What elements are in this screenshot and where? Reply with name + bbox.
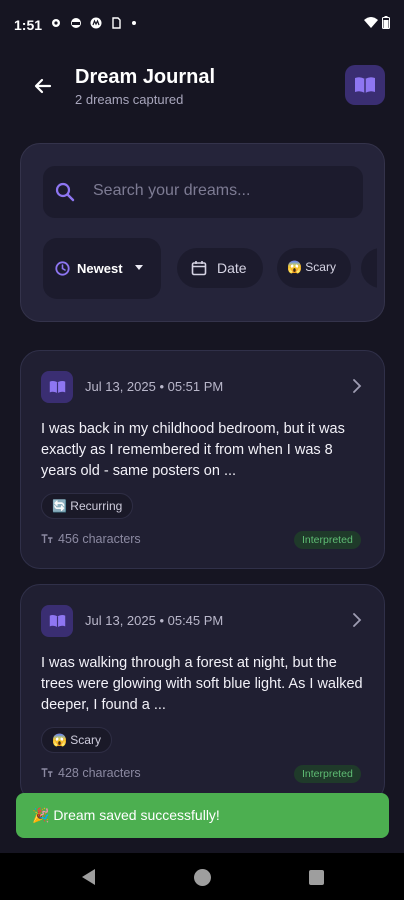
sort-label: Newest bbox=[77, 261, 123, 276]
character-count-label: 428 characters bbox=[58, 766, 141, 780]
book-icon bbox=[355, 77, 375, 93]
battery-icon bbox=[382, 16, 390, 29]
chevron-down-icon bbox=[135, 265, 143, 270]
date-filter-label: Date bbox=[217, 260, 247, 276]
app-header: Dream Journal 2 dreams captured bbox=[0, 55, 404, 115]
back-button[interactable] bbox=[26, 69, 60, 103]
book-icon bbox=[49, 614, 65, 628]
system-nav-bar bbox=[0, 853, 404, 900]
search-icon bbox=[55, 182, 75, 202]
scary-filter-label: 😱 Scary bbox=[287, 260, 336, 274]
dream-tag: 🔄 Recurring bbox=[41, 493, 134, 519]
cloud-icon bbox=[71, 18, 81, 28]
dream-count: 2 dreams captured bbox=[75, 92, 184, 107]
status-bar: 1:51 bbox=[0, 0, 404, 50]
dream-tag: 😱 Scary bbox=[41, 727, 112, 753]
more-filter-chip[interactable] bbox=[361, 248, 377, 288]
search-input[interactable]: Search your dreams... bbox=[43, 166, 363, 218]
dot-icon bbox=[132, 21, 136, 25]
dream-card[interactable]: Jul 13, 2025 • 05:45 PM I was walking th… bbox=[20, 584, 385, 803]
text-size-icon bbox=[41, 768, 53, 777]
wifi-icon bbox=[364, 16, 378, 28]
dream-excerpt: I was back in my childhood bedroom, but … bbox=[41, 421, 345, 479]
date-filter-chip[interactable]: Date bbox=[177, 248, 263, 288]
status-time: 1:51 bbox=[14, 17, 43, 33]
dream-book-badge bbox=[41, 605, 73, 637]
dream-card[interactable]: Jul 13, 2025 • 05:51 PM I was back in my… bbox=[20, 350, 385, 569]
journal-button[interactable] bbox=[345, 65, 385, 105]
motorola-icon bbox=[90, 17, 102, 29]
dream-excerpt: I was walking through a forest at night,… bbox=[41, 655, 363, 713]
nav-home-icon[interactable] bbox=[194, 869, 211, 886]
character-count: 456 characters bbox=[41, 532, 141, 546]
back-arrow-icon bbox=[34, 78, 52, 94]
interpreted-badge: Interpreted bbox=[294, 531, 361, 549]
search-filter-panel: Search your dreams... Newest Date 😱 Scar… bbox=[20, 143, 385, 322]
nav-recents-icon[interactable] bbox=[309, 870, 324, 885]
status-notification-icons bbox=[50, 17, 136, 29]
interpreted-badge: Interpreted bbox=[294, 765, 361, 783]
dream-date: Jul 13, 2025 • 05:51 PM bbox=[85, 379, 224, 394]
chevron-right-icon bbox=[353, 613, 362, 627]
scary-filter-chip[interactable]: 😱 Scary bbox=[277, 248, 351, 288]
search-placeholder: Search your dreams... bbox=[93, 182, 251, 199]
character-count: 428 characters bbox=[41, 766, 141, 780]
gear-icon bbox=[52, 19, 60, 27]
dream-date: Jul 13, 2025 • 05:45 PM bbox=[85, 613, 224, 628]
sort-dropdown[interactable]: Newest bbox=[43, 238, 161, 299]
page-title: Dream Journal bbox=[75, 66, 216, 88]
clock-icon bbox=[55, 261, 70, 276]
chevron-right-icon bbox=[353, 379, 362, 393]
dream-book-badge bbox=[41, 371, 73, 403]
nav-back-icon[interactable] bbox=[82, 869, 95, 885]
calendar-icon bbox=[191, 261, 207, 276]
success-toast: 🎉 Dream saved successfully! bbox=[16, 793, 389, 838]
book-icon bbox=[49, 380, 65, 394]
filter-chips: Newest Date 😱 Scary bbox=[43, 238, 377, 300]
sim-icon bbox=[112, 17, 121, 29]
status-system-icons bbox=[364, 16, 390, 29]
character-count-label: 456 characters bbox=[58, 532, 141, 546]
text-size-icon bbox=[41, 534, 53, 543]
toast-message: 🎉 Dream saved successfully! bbox=[32, 807, 220, 823]
